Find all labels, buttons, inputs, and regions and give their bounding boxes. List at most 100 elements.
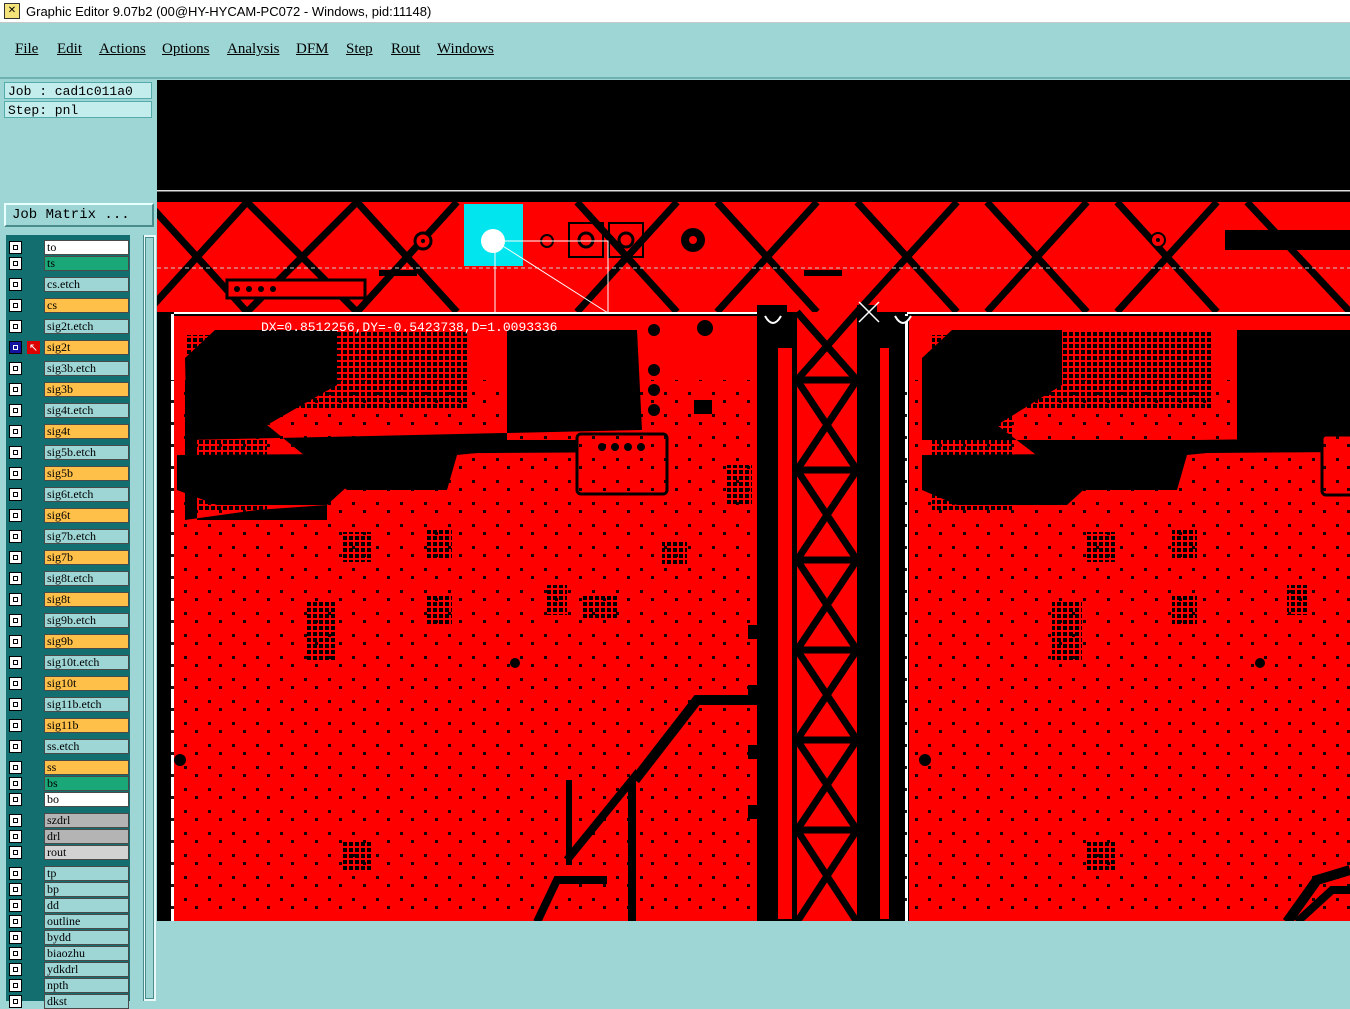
layer-name[interactable]: bydd xyxy=(44,930,129,945)
layer-name[interactable]: bs xyxy=(44,776,129,791)
layer-name[interactable]: sig7b.etch xyxy=(44,529,129,544)
layer-name[interactable]: cs xyxy=(44,298,129,313)
layer-row[interactable]: sig5b xyxy=(9,466,129,481)
layer-name[interactable]: tp xyxy=(44,866,129,881)
layer-row[interactable]: sig4t.etch xyxy=(9,403,129,418)
layer-row[interactable]: sig9b.etch xyxy=(9,613,129,628)
layer-row[interactable]: bs xyxy=(9,776,129,791)
layer-name[interactable]: sig7b xyxy=(44,550,129,565)
layer-name[interactable]: ts xyxy=(44,256,129,271)
layer-checkbox[interactable] xyxy=(9,995,22,1008)
layer-checkbox[interactable] xyxy=(9,719,22,732)
layer-checkbox[interactable] xyxy=(9,551,22,564)
layer-row[interactable]: sig4t xyxy=(9,424,129,439)
layer-row[interactable]: sig6t.etch xyxy=(9,487,129,502)
menu-rout[interactable]: Rout xyxy=(391,41,420,58)
layer-name[interactable]: ss.etch xyxy=(44,739,129,754)
layer-name[interactable]: outline xyxy=(44,914,129,929)
layer-checkbox[interactable] xyxy=(9,761,22,774)
layer-name[interactable]: drl xyxy=(44,829,129,844)
layer-checkbox[interactable] xyxy=(9,793,22,806)
layer-checkbox[interactable] xyxy=(9,740,22,753)
layer-name[interactable]: sig2t xyxy=(44,340,129,355)
menu-dfm[interactable]: DFM xyxy=(296,41,329,58)
layer-checkbox[interactable] xyxy=(9,509,22,522)
layer-row[interactable]: drl xyxy=(9,829,129,844)
layer-row[interactable]: ss xyxy=(9,760,129,775)
layer-checkbox[interactable] xyxy=(9,899,22,912)
job-matrix-button[interactable]: Job Matrix ... xyxy=(4,203,154,227)
layer-checkbox[interactable] xyxy=(9,488,22,501)
layer-row[interactable]: szdrl xyxy=(9,813,129,828)
layer-name[interactable]: sig8t xyxy=(44,592,129,607)
layer-row[interactable]: bo xyxy=(9,792,129,807)
layer-name[interactable]: dkst xyxy=(44,994,129,1009)
layer-checkbox[interactable] xyxy=(9,947,22,960)
layer-row[interactable]: sig8t xyxy=(9,592,129,607)
menu-step[interactable]: Step xyxy=(346,41,373,58)
layer-checkbox[interactable] xyxy=(9,446,22,459)
layer-name[interactable]: sig4t.etch xyxy=(44,403,129,418)
layer-row[interactable]: sig7b.etch xyxy=(9,529,129,544)
layer-checkbox[interactable] xyxy=(9,425,22,438)
layer-checkbox[interactable] xyxy=(9,915,22,928)
layer-name[interactable]: sig8t.etch xyxy=(44,571,129,586)
layer-name[interactable]: sig5b xyxy=(44,466,129,481)
layer-name[interactable]: sig11b.etch xyxy=(44,697,129,712)
layer-checkbox[interactable] xyxy=(9,814,22,827)
layer-name[interactable]: sig9b xyxy=(44,634,129,649)
layer-row[interactable]: cs.etch xyxy=(9,277,129,292)
layer-name[interactable]: sig5b.etch xyxy=(44,445,129,460)
layer-name[interactable]: sig10t xyxy=(44,676,129,691)
layer-checkbox[interactable] xyxy=(9,362,22,375)
layer-checkbox[interactable] xyxy=(9,883,22,896)
layer-row[interactable]: sig3b.etch xyxy=(9,361,129,376)
layer-row[interactable]: ss.etch xyxy=(9,739,129,754)
menu-windows[interactable]: Windows xyxy=(437,41,494,58)
layer-checkbox[interactable] xyxy=(9,677,22,690)
layer-checkbox[interactable] xyxy=(9,777,22,790)
layer-row[interactable]: sig11b xyxy=(9,718,129,733)
menu-actions[interactable]: Actions xyxy=(99,41,146,58)
layer-row[interactable]: bp xyxy=(9,882,129,897)
menu-file[interactable]: File xyxy=(15,41,38,58)
layer-name[interactable]: sig4t xyxy=(44,424,129,439)
layer-name[interactable]: szdrl xyxy=(44,813,129,828)
layer-row[interactable]: ↖ sig2t xyxy=(9,340,129,355)
layer-name[interactable]: bp xyxy=(44,882,129,897)
layer-row[interactable]: to xyxy=(9,240,129,255)
layer-row[interactable]: cs xyxy=(9,298,129,313)
layer-row[interactable]: sig11b.etch xyxy=(9,697,129,712)
layer-name[interactable]: dd xyxy=(44,898,129,913)
layer-checkbox[interactable] xyxy=(9,830,22,843)
layer-checkbox[interactable] xyxy=(9,963,22,976)
layer-row[interactable]: sig2t.etch xyxy=(9,319,129,334)
layer-checkbox[interactable] xyxy=(9,530,22,543)
menu-edit[interactable]: Edit xyxy=(57,41,82,58)
layer-name[interactable]: sig9b.etch xyxy=(44,613,129,628)
layer-row[interactable]: biaozhu xyxy=(9,946,129,961)
layer-name[interactable]: rout xyxy=(44,845,129,860)
layer-row[interactable]: sig5b.etch xyxy=(9,445,129,460)
layer-checkbox[interactable] xyxy=(9,698,22,711)
layer-checkbox[interactable] xyxy=(9,404,22,417)
layer-row[interactable]: sig3b xyxy=(9,382,129,397)
layer-name[interactable]: ydkdrl xyxy=(44,962,129,977)
layer-name[interactable]: sig6t.etch xyxy=(44,487,129,502)
layer-checkbox[interactable] xyxy=(9,299,22,312)
layer-checkbox[interactable] xyxy=(9,383,22,396)
pcb-board-view[interactable] xyxy=(157,80,1350,921)
layer-name[interactable]: sig11b xyxy=(44,718,129,733)
layer-row[interactable]: ts xyxy=(9,256,129,271)
layer-row[interactable]: bydd xyxy=(9,930,129,945)
layer-name[interactable]: to xyxy=(44,240,129,255)
layer-checkbox[interactable] xyxy=(9,635,22,648)
layer-list-scrollbar[interactable] xyxy=(143,235,156,1001)
layer-row[interactable]: rout xyxy=(9,845,129,860)
layer-row[interactable]: ydkdrl xyxy=(9,962,129,977)
layer-row[interactable]: sig6t xyxy=(9,508,129,523)
layer-row[interactable]: dkst xyxy=(9,994,129,1009)
layer-checkbox[interactable] xyxy=(9,257,22,270)
layer-name[interactable]: biaozhu xyxy=(44,946,129,961)
layer-checkbox[interactable] xyxy=(9,931,22,944)
